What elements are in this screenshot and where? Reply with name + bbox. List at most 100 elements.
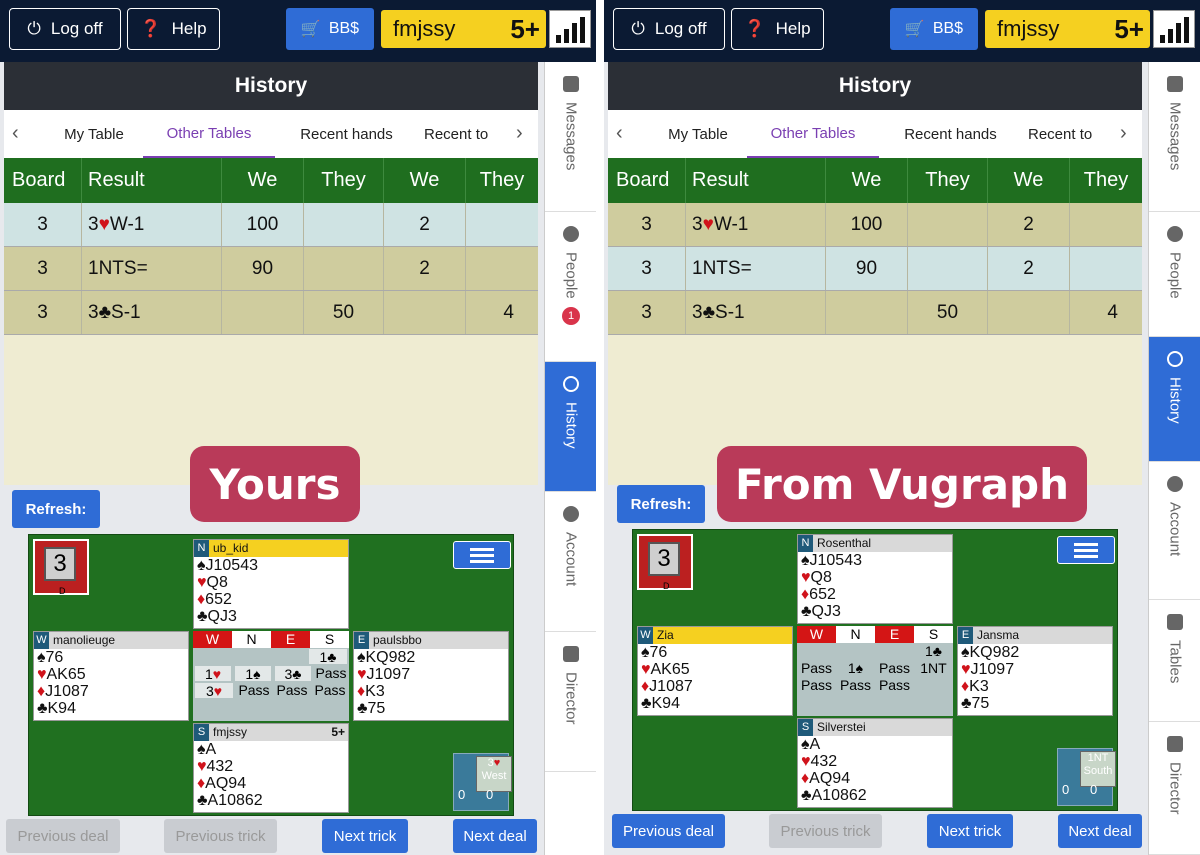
cell-they2 <box>1070 203 1142 246</box>
tab-recent-tourneys[interactable]: Recent to <box>424 110 506 158</box>
help-button[interactable]: ❓ Help <box>731 8 824 50</box>
chevron-right-icon[interactable]: › <box>1120 122 1127 145</box>
west-hand: Wmanolieuge ♠76 ♥AK65 ♦J1087 ♣K94 <box>33 631 189 721</box>
cell-we: 100 <box>222 203 304 246</box>
top-bar: ⏻ Log off ❓ Help 🛒 BB$ fmjssy 5+ <box>0 0 596 62</box>
tab-other-tables[interactable]: Other Tables <box>143 110 275 158</box>
tab-recent-tourneys[interactable]: Recent to <box>1028 110 1110 158</box>
east-hand: Epaulsbbo ♠KQ982 ♥J1097 ♦K3 ♣75 <box>353 631 509 721</box>
page-title: History <box>4 62 538 110</box>
left-panel: ⏻ Log off ❓ Help 🛒 BB$ fmjssy 5+ History ‹ M… <box>0 0 596 855</box>
overlay-label: From Vugraph <box>717 446 1087 522</box>
south-hand: S Silverstei ♠A ♥432 ♦AQ94 ♣A10862 <box>797 718 953 808</box>
cell-they <box>908 203 988 246</box>
refresh-button[interactable]: Refresh: <box>617 485 705 523</box>
cell-we <box>826 291 908 334</box>
signal-icon <box>1153 10 1195 48</box>
north-hand: Nub_kid ♠J10543 ♥Q8 ♦652 ♣QJ3 <box>193 539 349 629</box>
tab-my-table[interactable]: My Table <box>648 110 748 158</box>
logoff-button[interactable]: ⏻ Log off <box>9 8 121 50</box>
people-icon <box>563 226 579 242</box>
next-trick-button[interactable]: Next trick <box>322 819 408 853</box>
cell-they <box>304 203 384 246</box>
user-badge[interactable]: fmjssy 5+ <box>985 10 1150 48</box>
sidebar-item-people[interactable]: People 1 <box>545 212 596 362</box>
table-row[interactable]: 3 1NTS= 90 2 <box>4 247 538 291</box>
signal-icon <box>549 10 591 48</box>
cell-we2: 2 <box>384 247 466 290</box>
bridge-table: 3D Nub_kid ♠J10543 ♥Q8 ♦652 ♣QJ3 Wmanoli… <box>28 534 514 816</box>
user-badge[interactable]: fmjssy 5+ <box>381 10 546 48</box>
sidebar-item-account[interactable]: Account <box>1149 462 1200 600</box>
cell-they2 <box>466 247 538 290</box>
sidebar-item-history[interactable]: History <box>1149 337 1200 462</box>
next-deal-button[interactable]: Next deal <box>453 819 537 853</box>
next-trick-button[interactable]: Next trick <box>927 814 1013 848</box>
cell-board: 3 <box>608 291 686 334</box>
cell-we <box>222 291 304 334</box>
bb-dollars-button[interactable]: 🛒 BB$ <box>286 8 374 50</box>
cell-board: 3 <box>608 247 686 290</box>
previous-trick-button[interactable]: Previous trick <box>164 819 277 853</box>
contract-badge: 1NT South <box>1080 751 1116 787</box>
sidebar-item-people[interactable]: People <box>1149 212 1200 337</box>
tab-recent-hands[interactable]: Recent hands <box>284 110 409 158</box>
history-icon <box>1167 351 1183 367</box>
score-box: 3♥ West 0 0 <box>453 753 512 811</box>
account-icon <box>1167 476 1183 492</box>
message-icon <box>1167 76 1183 92</box>
sidebar-item-history[interactable]: History <box>545 362 596 492</box>
sidebar-item-tables[interactable]: Tables <box>1149 600 1200 722</box>
cell-we: 90 <box>222 247 304 290</box>
director-icon <box>1167 736 1183 752</box>
power-icon: ⏻ <box>27 19 41 38</box>
bridge-table: 3D N Rosenthal ♠J10543 ♥Q8 ♦652 ♣QJ3 W Zia… <box>632 529 1118 811</box>
sidebar: Messages People History Account Tables D… <box>1148 62 1200 855</box>
tab-my-table[interactable]: My Table <box>44 110 144 158</box>
message-icon <box>563 76 579 92</box>
refresh-button[interactable]: Refresh: <box>12 490 100 528</box>
overlay-label: Yours <box>190 446 360 522</box>
chevron-left-icon[interactable]: ‹ <box>616 122 623 145</box>
top-bar: ⏻ Log off ❓ Help 🛒 BB$ fmjssy 5+ <box>604 0 1200 62</box>
tab-bar: ‹ My Table Other Tables Recent hands Rec… <box>4 110 538 158</box>
east-hand: E Jansma ♠KQ982 ♥J1097 ♦K3 ♣75 <box>957 626 1113 716</box>
tab-recent-hands[interactable]: Recent hands <box>888 110 1013 158</box>
previous-deal-button[interactable]: Previous deal <box>612 814 725 848</box>
help-button[interactable]: ❓ Help <box>127 8 220 50</box>
cell-result: 3♣S-1 <box>686 291 826 334</box>
sidebar-item-director[interactable]: Director <box>1149 722 1200 855</box>
table-row[interactable]: 3 3♣S-1 50 4 <box>4 291 538 335</box>
cell-we2: 2 <box>384 203 466 246</box>
previous-deal-button[interactable]: Previous deal <box>6 819 120 853</box>
power-icon: ⏻ <box>631 19 645 38</box>
sidebar-item-messages[interactable]: Messages <box>1149 62 1200 212</box>
previous-trick-button[interactable]: Previous trick <box>769 814 882 848</box>
tab-other-tables[interactable]: Other Tables <box>747 110 879 158</box>
table-row[interactable]: 3 3♣S-1 50 4 <box>608 291 1142 335</box>
director-icon <box>563 646 579 662</box>
cart-icon: 🛒 <box>300 21 321 38</box>
logoff-button[interactable]: ⏻ Log off <box>613 8 725 50</box>
chevron-left-icon[interactable]: ‹ <box>12 122 19 145</box>
west-hand: W Zia ♠76 ♥AK65 ♦J1087 ♣K94 <box>637 626 793 716</box>
cell-they: 50 <box>908 291 988 334</box>
next-deal-button[interactable]: Next deal <box>1058 814 1142 848</box>
account-icon <box>563 506 579 522</box>
bb-dollars-button[interactable]: 🛒 BB$ <box>890 8 978 50</box>
menu-button[interactable] <box>453 541 511 569</box>
cell-result: 3 ♥ W-1 <box>82 203 222 246</box>
sidebar-item-account[interactable]: Account <box>545 492 596 632</box>
contract-badge: 3♥ West <box>476 756 512 792</box>
chevron-right-icon[interactable]: › <box>516 122 523 145</box>
menu-button[interactable] <box>1057 536 1115 564</box>
table-row[interactable]: 3 3 ♥ W-1 100 2 <box>608 203 1142 247</box>
sidebar-item-director[interactable]: Director <box>545 632 596 772</box>
cell-they2: 4 <box>503 301 514 323</box>
sidebar-item-messages[interactable]: Messages <box>545 62 596 212</box>
cell-we2: 2 <box>988 247 1070 290</box>
table-row[interactable]: 3 1NTS= 90 2 <box>608 247 1142 291</box>
page-title: History <box>608 62 1142 110</box>
board-number: 3D <box>637 534 693 591</box>
table-row[interactable]: 3 3 ♥ W-1 100 2 <box>4 203 538 247</box>
